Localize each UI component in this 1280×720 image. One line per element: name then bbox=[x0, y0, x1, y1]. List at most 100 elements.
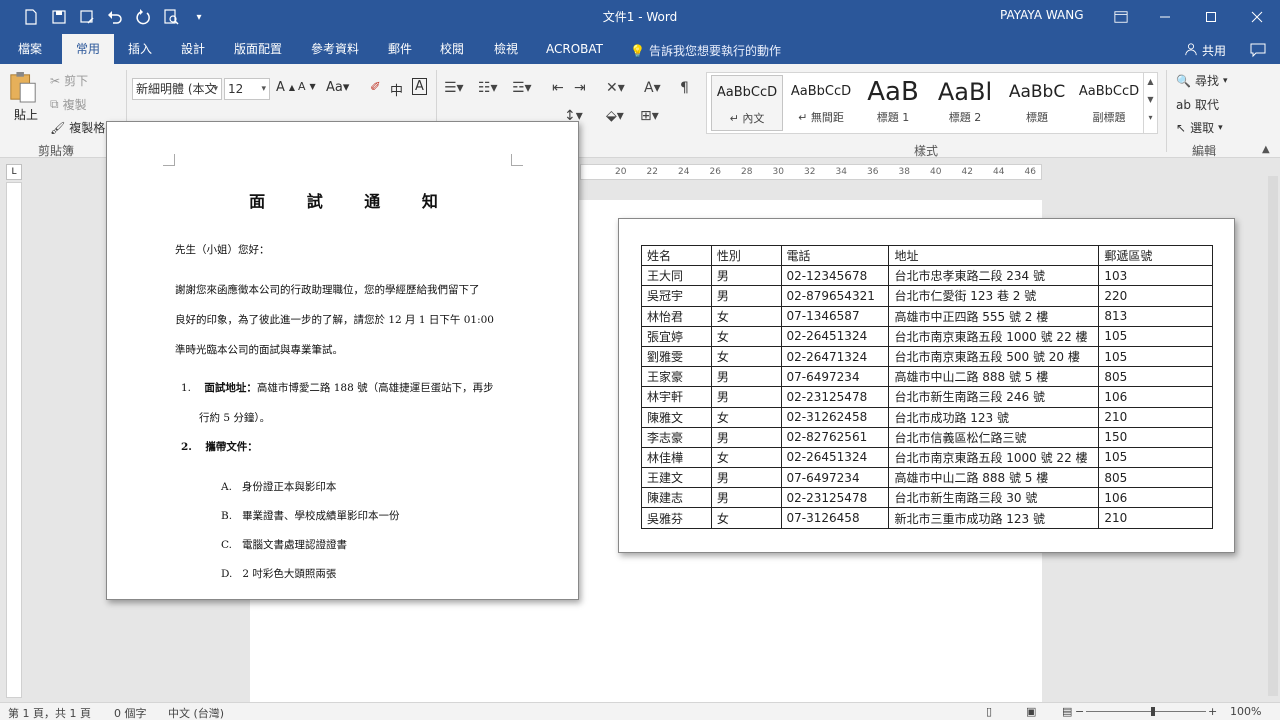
subitem-c-text: 電腦文書處理認證證書 bbox=[242, 539, 347, 551]
zoom-slider-thumb[interactable] bbox=[1151, 707, 1155, 716]
select-button[interactable]: ↖ 選取 ▾ bbox=[1176, 119, 1223, 136]
table-cell: 林宇軒 bbox=[641, 386, 712, 408]
tab-layout[interactable]: 版面配置 bbox=[228, 34, 288, 64]
vertical-scrollbar[interactable] bbox=[1266, 160, 1280, 702]
table-cell: 210 bbox=[1098, 406, 1213, 428]
borders-icon[interactable]: ⊞▾ bbox=[640, 108, 659, 124]
scrollbar-thumb[interactable] bbox=[1268, 176, 1278, 696]
table-cell: 220 bbox=[1098, 285, 1213, 307]
style-heading-2[interactable]: AaBl 標題 2 bbox=[929, 75, 1001, 131]
collapse-ribbon-icon[interactable]: ▲ bbox=[1262, 144, 1270, 155]
interview-notice-image[interactable]: 面 試 通 知 先生（小姐）您好： 謝謝您來函應徵本公司的行政助理職位，您的學經… bbox=[106, 121, 579, 600]
table-cell: 高雄市中山二路 888 號 5 樓 bbox=[888, 366, 1100, 388]
style-no-spacing[interactable]: AaBbCcD ↵ 無間距 bbox=[785, 75, 857, 131]
copy-button[interactable]: ⧉ 複製 bbox=[50, 96, 87, 113]
user-name[interactable]: PAYAYA WANG bbox=[1000, 8, 1084, 22]
vertical-ruler[interactable] bbox=[6, 182, 22, 698]
table-cell: 女 bbox=[710, 507, 782, 529]
shrink-font-icon[interactable]: A ▼ bbox=[298, 80, 316, 93]
style-title-name: 標題 bbox=[1026, 111, 1048, 124]
asian-layout-icon[interactable]: A▾ bbox=[644, 80, 661, 96]
subitem-d-text: 2 吋彩色大頭照兩張 bbox=[242, 568, 337, 580]
table-cell: 103 bbox=[1098, 265, 1213, 287]
font-size-combo[interactable]: 12 ▾ bbox=[224, 78, 270, 100]
word-count[interactable]: 0 個字 bbox=[114, 705, 147, 720]
numbering-icon[interactable]: ☷▾ bbox=[478, 80, 498, 96]
tab-selector[interactable]: L bbox=[6, 164, 22, 180]
minimize-icon[interactable] bbox=[1142, 0, 1188, 34]
page-count[interactable]: 第 1 頁，共 1 頁 bbox=[8, 705, 91, 720]
style-title[interactable]: AaBbC 標題 bbox=[1001, 75, 1073, 131]
font-name-combo[interactable]: 新細明體 (本文 ▾ bbox=[132, 78, 222, 100]
tab-mailings[interactable]: 郵件 bbox=[382, 34, 418, 64]
share-button[interactable]: 共用 bbox=[1184, 42, 1226, 59]
zoom-out-icon[interactable]: − bbox=[1075, 705, 1084, 718]
show-hide-marks-icon[interactable]: ¶ bbox=[680, 80, 689, 96]
tab-design[interactable]: 設計 bbox=[175, 34, 211, 64]
maximize-icon[interactable] bbox=[1188, 0, 1234, 34]
character-border-icon[interactable]: A bbox=[412, 78, 427, 95]
tab-review[interactable]: 校閱 bbox=[434, 34, 470, 64]
table-row: 王家豪男 07-6497234 高雄市中山二路 888 號 5 樓 805 bbox=[641, 366, 1213, 388]
table-cell: 805 bbox=[1098, 467, 1213, 489]
item-2-label: 攜帶文件： bbox=[205, 441, 258, 453]
comments-icon[interactable] bbox=[1250, 42, 1266, 61]
style-heading-1[interactable]: AaB 標題 1 bbox=[857, 75, 929, 131]
styles-scroll[interactable]: ▲ ▼ ▾ bbox=[1143, 73, 1157, 133]
close-icon[interactable] bbox=[1234, 0, 1280, 34]
style-normal[interactable]: AaBbCcD ↵ 內文 bbox=[711, 75, 783, 131]
grow-font-icon[interactable]: A ▲ bbox=[276, 80, 295, 95]
ribbon-display-options-icon[interactable] bbox=[1110, 6, 1132, 28]
table-header-cell: 姓名 bbox=[641, 244, 712, 267]
table-cell: 台北市南京東路五段 1000 號 22 樓 bbox=[888, 325, 1100, 347]
table-row: 劉雅雯女 02-26471324 台北市南京東路五段 500 號 20 樓 105 bbox=[641, 345, 1213, 368]
zoom-slider[interactable] bbox=[1086, 711, 1206, 712]
tab-references[interactable]: 參考資料 bbox=[305, 34, 365, 64]
language-indicator[interactable]: 中文 (台灣) bbox=[168, 705, 224, 720]
scissors-icon: ✂ bbox=[50, 73, 61, 88]
table-cell: 男 bbox=[710, 265, 782, 287]
tab-insert[interactable]: 插入 bbox=[122, 34, 158, 64]
font-name-value: 新細明體 (本文 bbox=[136, 82, 217, 96]
ruler-tick-label: 46 bbox=[1024, 167, 1036, 177]
horizontal-ruler[interactable]: 20 22 24 26 28 30 32 34 36 38 40 42 44 46 bbox=[580, 164, 1042, 180]
notice-para-line-3: 準時光臨本公司的面試與專業筆試。 bbox=[175, 344, 343, 356]
paste-button[interactable]: 貼上 bbox=[8, 70, 44, 130]
style-subtitle[interactable]: AaBbCcD 副標題 bbox=[1073, 75, 1145, 131]
read-mode-icon[interactable]: ▯ bbox=[986, 705, 992, 718]
table-row: 李志豪男 02-82762561 台北市信義區松仁路三號 150 bbox=[641, 426, 1213, 448]
tab-home[interactable]: 常用 bbox=[62, 34, 114, 64]
tab-view[interactable]: 檢視 bbox=[488, 34, 524, 64]
zoom-level[interactable]: 100% bbox=[1230, 705, 1261, 718]
table-row: 林宇軒男 02-23125478 台北市新生南路三段 246 號 106 bbox=[641, 386, 1213, 408]
multilevel-list-icon[interactable]: ☲▾ bbox=[512, 80, 532, 96]
print-layout-icon[interactable]: ▣ bbox=[1026, 705, 1036, 718]
cut-button[interactable]: ✂ 剪下 bbox=[50, 72, 88, 89]
table-row: 吳雅芬女 07-3126458 新北市三重市成功路 123 號 210 bbox=[641, 507, 1213, 529]
tell-me-box[interactable]: 💡 告訴我您想要執行的動作 bbox=[630, 42, 781, 59]
search-icon: 🔍 bbox=[1176, 73, 1191, 88]
contact-table-image[interactable]: 姓名 性別 電話 地址 郵遞區號 王大同男 02-12345678 台北市忠孝東路二段 234… bbox=[618, 218, 1235, 553]
table-cell: 王建文 bbox=[641, 467, 712, 489]
clear-formatting-icon[interactable]: ✐ bbox=[370, 80, 381, 95]
cursor-icon: ↖ bbox=[1176, 120, 1187, 135]
table-row: 王大同男 02-12345678 台北市忠孝東路二段 234 號 103 bbox=[641, 265, 1213, 287]
tab-file[interactable]: 檔案 bbox=[12, 34, 48, 64]
bullets-icon[interactable]: ☰▾ bbox=[444, 80, 464, 96]
phonetic-guide-icon[interactable]: 中 bbox=[390, 80, 403, 99]
shading-icon[interactable]: ⬙▾ bbox=[606, 108, 624, 124]
lightbulb-icon: 💡 bbox=[630, 43, 645, 58]
format-painter-button[interactable]: 🖌 複製格 bbox=[50, 119, 105, 136]
zoom-in-icon[interactable]: + bbox=[1208, 705, 1217, 718]
change-case-icon[interactable]: Aa▾ bbox=[326, 80, 349, 95]
replace-button[interactable]: ab 取代 bbox=[1176, 96, 1219, 113]
styles-gallery: AaBbCcD ↵ 內文 AaBbCcD ↵ 無間距 AaB 標題 1 AaBl… bbox=[706, 72, 1158, 134]
web-layout-icon[interactable]: ▤ bbox=[1062, 705, 1072, 718]
find-button[interactable]: 🔍 尋找 ▾ bbox=[1176, 72, 1228, 89]
increase-indent-icon[interactable]: ⇥ bbox=[574, 80, 586, 96]
table-cell: 813 bbox=[1098, 305, 1213, 327]
tab-acrobat[interactable]: ACROBAT bbox=[540, 34, 609, 64]
decrease-indent-icon[interactable]: ⇤ bbox=[552, 80, 564, 96]
text-direction-icon[interactable]: ✕▾ bbox=[606, 80, 625, 96]
style-normal-name: ↵ 內文 bbox=[729, 112, 765, 125]
